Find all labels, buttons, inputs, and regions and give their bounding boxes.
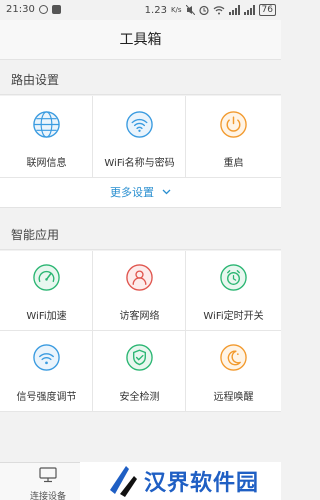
power-icon xyxy=(220,111,247,138)
tool-label: 访客网络 xyxy=(119,311,160,322)
more-settings-label: 更多设置 xyxy=(109,186,154,199)
mute-icon xyxy=(185,5,195,15)
globe-icon xyxy=(33,111,60,138)
title-bar: 工具箱 xyxy=(0,20,281,60)
section-header-apps: 智能应用 xyxy=(0,216,281,250)
section-title-routing: 路由设置 xyxy=(11,73,60,87)
wifi-icon xyxy=(126,111,153,138)
chevron-down-icon xyxy=(162,189,171,194)
moon-icon xyxy=(220,344,247,371)
tool-label: 信号强度调节 xyxy=(16,392,77,403)
tool-label: 联网信息 xyxy=(26,158,67,169)
watermark: 汉界软件园 xyxy=(80,462,281,500)
status-bar: 21:30 1.23 K/s 76 xyxy=(0,0,281,20)
tool-label: 重启 xyxy=(223,158,244,169)
watermark-text: 汉界软件园 xyxy=(144,471,260,496)
speedometer-icon xyxy=(33,264,60,291)
routing-grid: 联网信息 WiFi名称与密码 重启 xyxy=(0,96,281,178)
tool-guest-network[interactable]: 访客网络 xyxy=(93,251,186,331)
network-speed: 1.23 xyxy=(144,4,167,16)
tool-network-info[interactable]: 联网信息 xyxy=(0,96,93,178)
section-header-routing: 路由设置 xyxy=(0,61,281,95)
tool-security-check[interactable]: 安全检测 xyxy=(93,331,186,412)
alarm-icon xyxy=(198,5,209,15)
empty-area xyxy=(0,412,281,462)
tool-remote-wake[interactable]: 远程唤醒 xyxy=(186,331,281,412)
tool-label: 远程唤醒 xyxy=(213,392,254,403)
apps-grid: WiFi加速 访客网络 WiFi定时开关 信号强度调节 安全检测 远程唤醒 xyxy=(0,251,281,412)
network-speed-unit: K/s xyxy=(170,6,182,14)
tool-label: 安全检测 xyxy=(119,392,160,403)
signal-strength-icon xyxy=(33,344,60,371)
section-title-apps: 智能应用 xyxy=(11,228,60,242)
tool-label: WiFi定时开关 xyxy=(203,311,264,322)
tab-label-devices: 连接设备 xyxy=(29,492,66,500)
tool-wifi-boost[interactable]: WiFi加速 xyxy=(0,251,93,331)
tool-signal-strength[interactable]: 信号强度调节 xyxy=(0,331,93,412)
guest-user-icon xyxy=(126,264,153,291)
alarm-clock-icon xyxy=(220,264,247,291)
cell-signal-2-icon xyxy=(243,5,255,15)
status-time: 21:30 xyxy=(6,4,35,15)
page-title: 工具箱 xyxy=(119,32,162,48)
tool-label: WiFi加速 xyxy=(26,311,67,322)
wifi-status-icon xyxy=(213,6,224,15)
shield-check-icon xyxy=(126,344,153,371)
cell-signal-icon xyxy=(228,5,240,15)
app-notification-icon xyxy=(51,5,61,14)
tool-restart[interactable]: 重启 xyxy=(186,96,281,178)
chat-notification-icon xyxy=(38,5,48,14)
monitor-icon xyxy=(39,467,57,483)
battery-level: 76 xyxy=(258,4,276,16)
more-settings-button[interactable]: 更多设置 xyxy=(0,178,281,208)
watermark-logo xyxy=(110,466,137,497)
tool-label: WiFi名称与密码 xyxy=(104,158,175,169)
tool-wifi-schedule[interactable]: WiFi定时开关 xyxy=(186,251,281,331)
tab-connected-devices[interactable]: 连接设备 xyxy=(18,467,78,500)
tool-wifi-name-password[interactable]: WiFi名称与密码 xyxy=(93,96,186,178)
